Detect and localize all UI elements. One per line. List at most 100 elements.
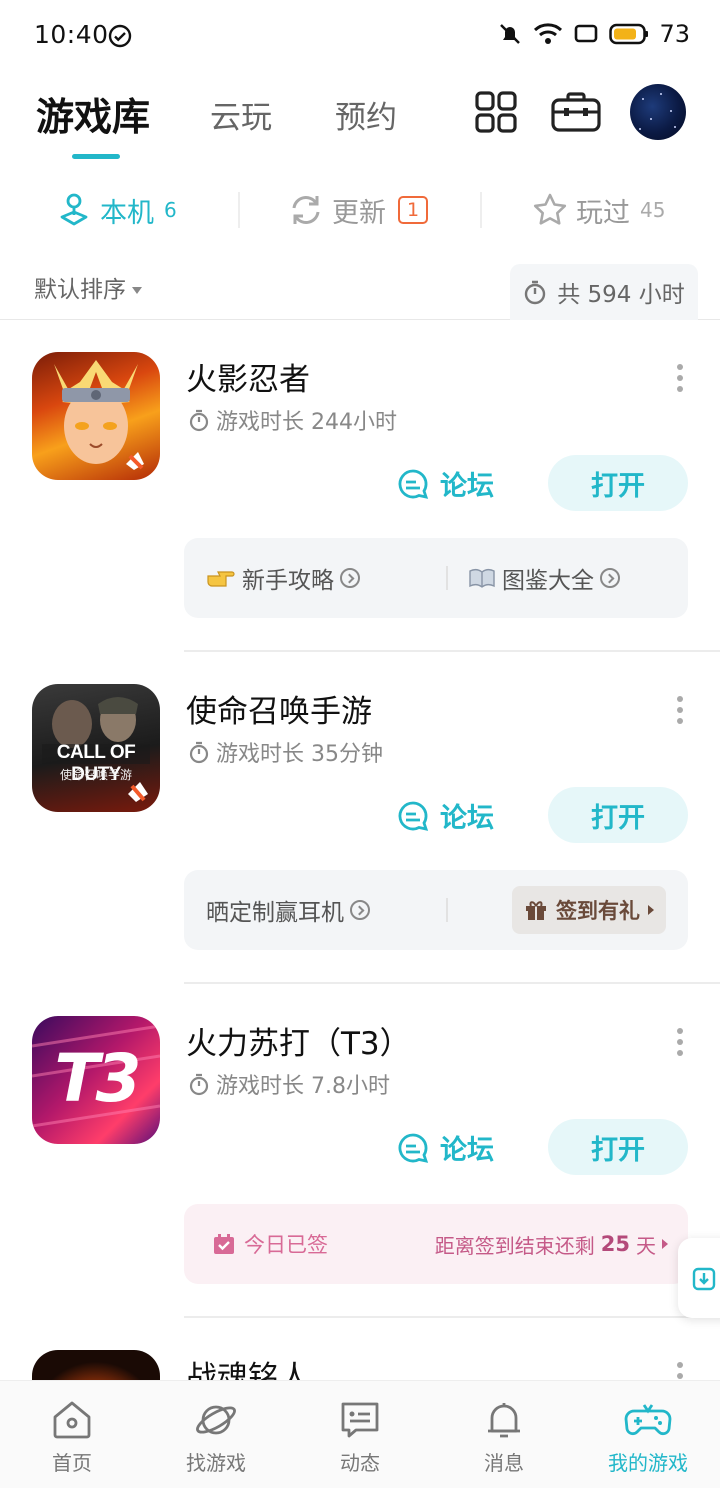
stopwatch-icon — [189, 409, 209, 432]
more-options-icon[interactable] — [672, 1028, 688, 1056]
game-title[interactable]: 战魂铭人 — [186, 1352, 310, 1380]
open-game-button[interactable]: 打开 — [548, 787, 688, 843]
header: 游戏库 云玩 预约 — [0, 72, 720, 172]
status-time: 10:40 — [34, 20, 109, 49]
stopwatch-icon — [189, 1073, 209, 1096]
encyclopedia-label: 图鉴大全 — [502, 568, 594, 594]
more-options-icon[interactable] — [672, 364, 688, 392]
forum-label: 论坛 — [440, 803, 494, 834]
nav-find-games-label: 找游戏 — [186, 1451, 246, 1475]
nav-home-label: 首页 — [52, 1451, 92, 1475]
active-tab-indicator — [72, 154, 120, 159]
forum-label: 论坛 — [440, 1135, 494, 1166]
nav-my-games[interactable]: 我的游戏 — [588, 1399, 708, 1476]
remaining-suffix: 天 — [636, 1233, 656, 1258]
status-bar: 10:40 73 — [0, 0, 720, 72]
tab-reservation[interactable]: 预约 — [335, 92, 397, 137]
game-event-panel: 晒定制赢耳机 签到有礼 — [184, 870, 688, 950]
t3-logo-text: T3 — [54, 1040, 142, 1117]
nav-feed-label: 动态 — [340, 1451, 380, 1475]
bell-icon — [488, 1403, 520, 1438]
game-card: T3 火力苏打（T3） 游戏时长 7.8小时 论坛 打开 今日已签 距离签到结束… — [0, 984, 720, 1318]
nav-feed[interactable]: 动态 — [300, 1399, 420, 1476]
game-icon-t3[interactable]: T3 — [32, 1016, 160, 1144]
sort-dropdown[interactable]: 默认排序 — [34, 270, 142, 304]
grid-icon[interactable] — [474, 90, 518, 134]
refresh-icon — [292, 196, 320, 224]
more-options-icon[interactable] — [672, 696, 688, 724]
forum-button[interactable]: 论坛 — [396, 1128, 494, 1167]
filter-update[interactable]: 更新 1 — [288, 180, 429, 240]
filter-played-label: 玩过 — [576, 197, 630, 229]
forum-chat-icon — [398, 801, 429, 831]
nav-find-games[interactable]: 找游戏 — [156, 1399, 276, 1476]
filter-divider — [480, 192, 482, 228]
stopwatch-icon — [525, 280, 546, 305]
wifi-icon — [534, 23, 563, 44]
checkin-remaining: 距离签到结束还剩 25 天 — [435, 1204, 668, 1284]
checkin-gift-button[interactable]: 签到有礼 — [512, 886, 666, 934]
floating-download-tab[interactable] — [678, 1238, 720, 1318]
tab-game-library[interactable]: 游戏库 — [36, 86, 150, 141]
filter-played[interactable]: 玩过 45 — [532, 180, 665, 240]
open-game-button[interactable]: 打开 — [548, 1119, 688, 1175]
nav-messages[interactable]: 消息 — [444, 1399, 564, 1476]
filter-bar: 本机 6 更新 1 玩过 45 — [0, 180, 720, 240]
open-game-button[interactable]: 打开 — [548, 455, 688, 511]
filter-divider — [238, 192, 240, 228]
total-playtime-text: 共 594 小时 — [557, 282, 685, 308]
game-playtime-text: 游戏时长 35分钟 — [216, 742, 383, 767]
circle-arrow-icon — [350, 900, 370, 920]
game-links-panel: 新手攻略 图鉴大全 — [184, 538, 688, 618]
signed-today: 今日已签 — [212, 1204, 328, 1284]
forum-button[interactable]: 论坛 — [396, 796, 494, 835]
signed-today-label: 今日已签 — [244, 1233, 328, 1257]
mute-bell-icon — [500, 24, 521, 44]
tab-cloud-play[interactable]: 云玩 — [210, 92, 272, 137]
game-playtime-text: 游戏时长 7.8小时 — [216, 1074, 390, 1099]
arrow-right-icon — [648, 905, 654, 915]
game-playtime: 游戏时长 244小时 — [188, 404, 397, 436]
circle-arrow-icon — [340, 568, 360, 588]
total-playtime: 共 594 小时 — [510, 264, 698, 320]
update-count-badge: 1 — [398, 196, 429, 224]
filter-update-label: 更新 — [332, 197, 386, 229]
beginner-guide-link[interactable]: 新手攻略 — [206, 538, 360, 618]
game-title[interactable]: 火力苏打（T3） — [186, 1018, 411, 1063]
encyclopedia-link[interactable]: 图鉴大全 — [468, 538, 620, 618]
game-title[interactable]: 火影忍者 — [186, 354, 310, 399]
check-circle-icon — [108, 24, 132, 48]
filter-played-count: 45 — [640, 198, 666, 222]
event-link-label: 晒定制赢耳机 — [206, 900, 344, 926]
game-card: 战魂铭人 — [0, 1318, 720, 1380]
calendar-check-icon — [214, 1234, 234, 1254]
nav-home[interactable]: 首页 — [12, 1399, 132, 1476]
status-icons: 73 — [497, 20, 690, 48]
game-icon-soul-knight[interactable] — [32, 1350, 160, 1380]
gamepad-icon — [624, 1404, 672, 1436]
game-icon-naruto[interactable] — [32, 352, 160, 480]
sort-row: 默认排序 共 594 小时 — [0, 262, 720, 320]
cod-logo-subtext: 使命召唤手游 — [59, 768, 132, 782]
game-title[interactable]: 使命召唤手游 — [186, 686, 372, 731]
bottom-navigation: 首页 找游戏 动态 消息 我的游戏 — [0, 1380, 720, 1488]
pointing-hand-icon — [207, 571, 235, 587]
naruto-art — [54, 360, 144, 470]
panel-divider — [446, 566, 448, 590]
battery-icon — [609, 23, 649, 45]
nav-messages-label: 消息 — [484, 1451, 524, 1475]
game-card: 火影忍者 游戏时长 244小时 论坛 打开 新手攻略 图鉴大全 — [0, 320, 720, 652]
user-avatar[interactable] — [630, 84, 686, 140]
game-icon-call-of-duty[interactable]: CALL OF DUTY 使命召唤手游 — [32, 684, 160, 812]
more-options-icon[interactable] — [672, 1362, 688, 1380]
checkin-panel[interactable]: 今日已签 距离签到结束还剩 25 天 — [184, 1204, 688, 1284]
remaining-days: 25 — [600, 1232, 630, 1256]
filter-local[interactable]: 本机 6 — [56, 180, 177, 240]
gift-icon — [526, 901, 546, 920]
home-icon — [53, 1401, 91, 1439]
event-link[interactable]: 晒定制赢耳机 — [206, 870, 370, 950]
circle-arrow-icon — [600, 568, 620, 588]
forum-button[interactable]: 论坛 — [396, 464, 494, 503]
toolbox-icon[interactable] — [550, 90, 602, 134]
forum-label: 论坛 — [440, 471, 494, 502]
